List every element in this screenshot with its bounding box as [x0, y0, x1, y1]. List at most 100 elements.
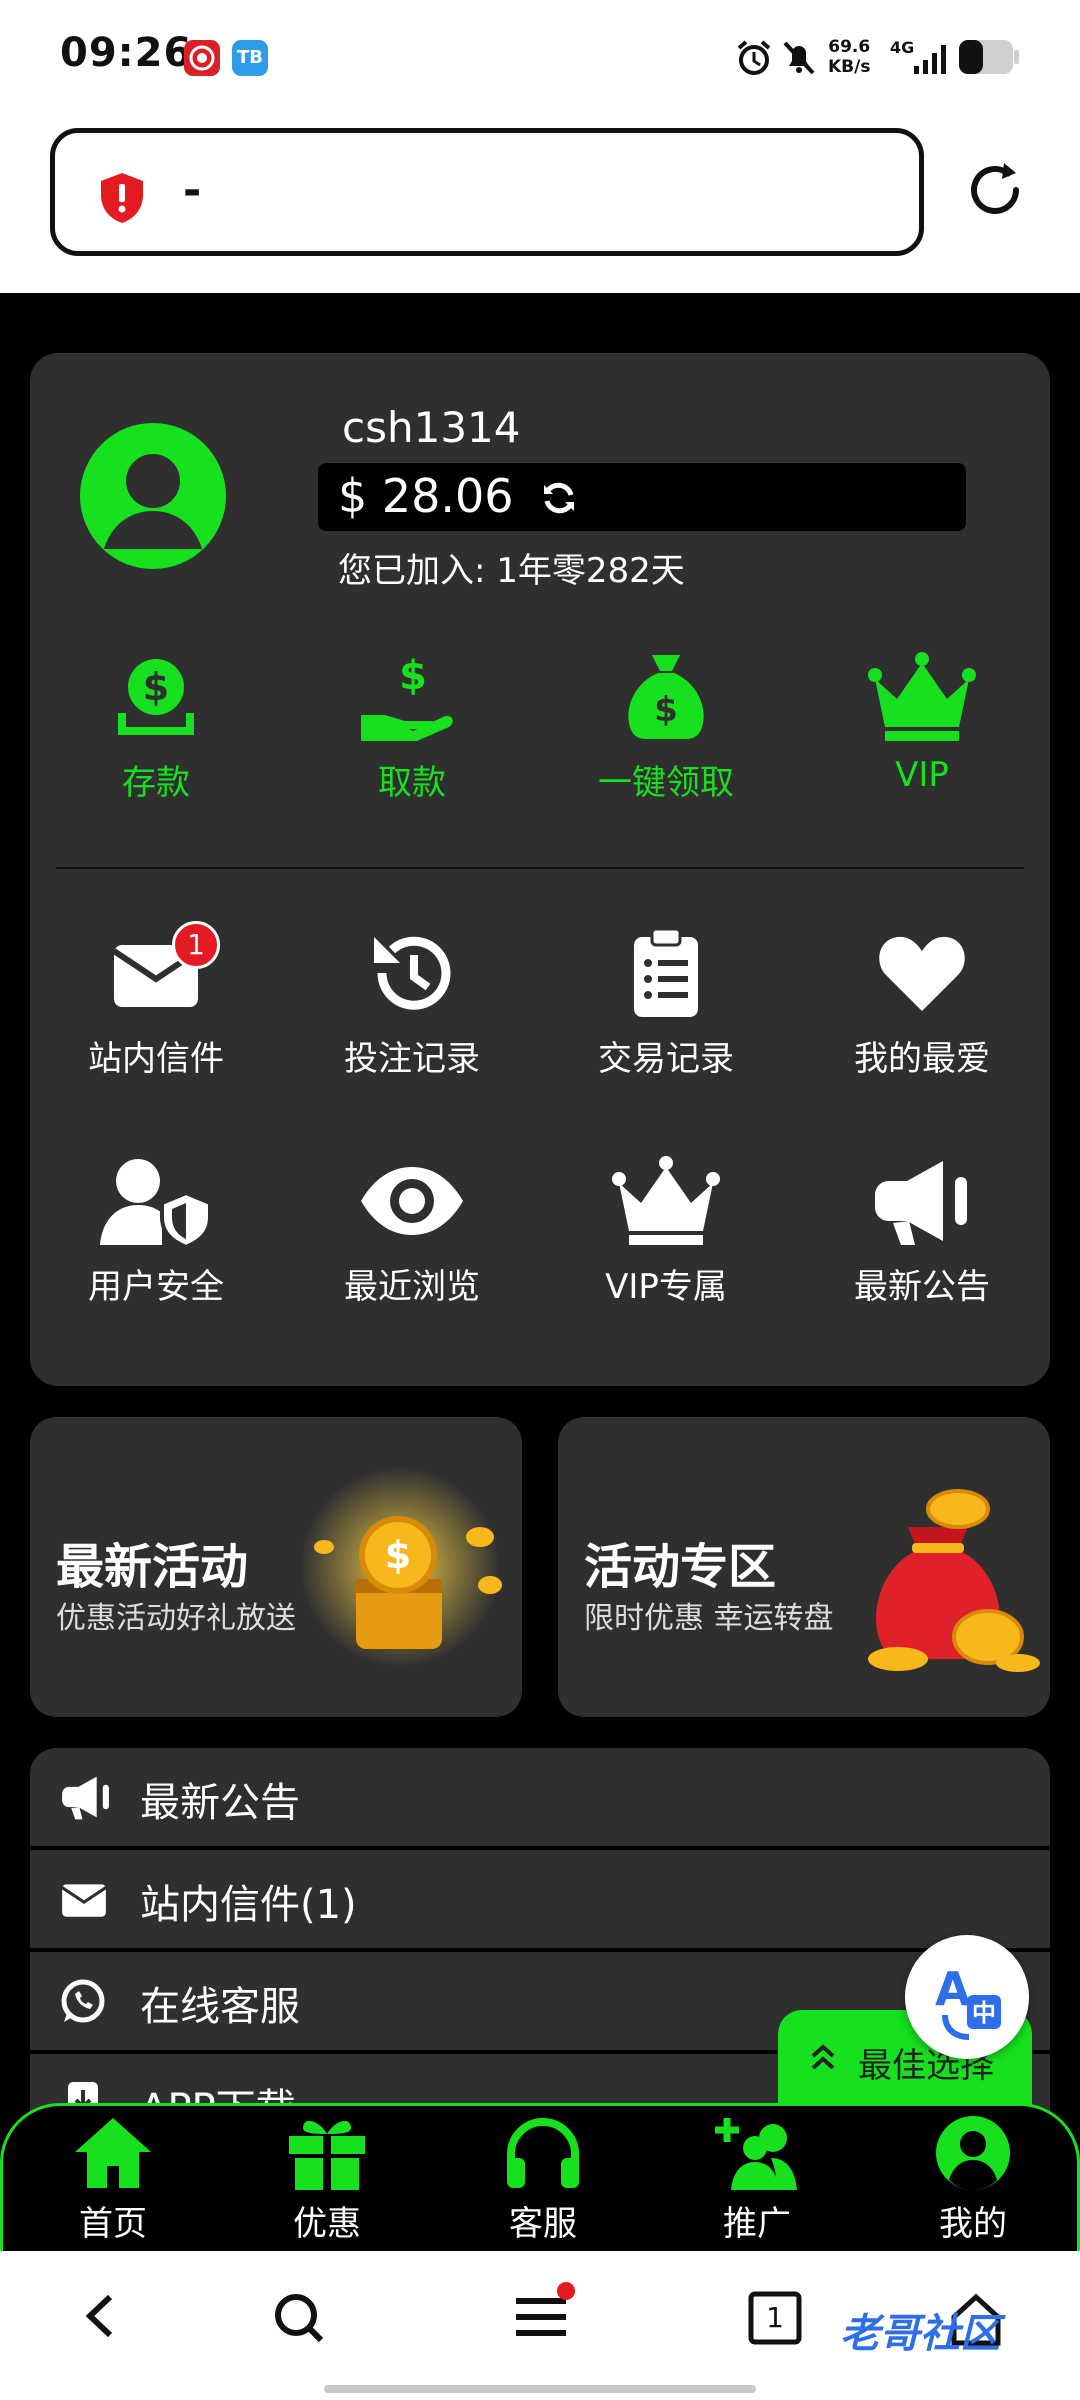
list-item-mail[interactable]: 站内信件(1) — [30, 1850, 1050, 1948]
svg-text:中: 中 — [972, 1999, 996, 2027]
deposit-label: 存款 — [122, 763, 190, 803]
grid-item-security[interactable]: 用户安全 — [56, 1153, 256, 1308]
tab-count: 1 — [766, 2301, 784, 2334]
list-label: 站内信件(1) — [140, 1882, 357, 1928]
svg-text:A: A — [935, 1962, 971, 2016]
vip-button[interactable]: VIP — [822, 649, 1022, 795]
svg-text:$: $ — [385, 1533, 411, 1577]
crown-icon — [868, 652, 976, 741]
signal-icon — [912, 40, 952, 80]
joined-duration: 您已加入: 1年零282天 — [338, 551, 685, 591]
mute-bell-icon — [780, 38, 818, 82]
nav-mine-label: 我的 — [939, 2204, 1007, 2244]
nav-home[interactable]: 首页 — [33, 2114, 193, 2245]
grid-label-bet-history: 投注记录 — [344, 1039, 480, 1079]
gift-icon — [289, 2120, 365, 2190]
nav-mine[interactable]: 我的 — [893, 2114, 1053, 2245]
username: csh1314 — [342, 403, 521, 452]
megaphone-icon — [875, 1161, 967, 1245]
nav-support[interactable]: 客服 — [463, 2114, 623, 2245]
tabs-button[interactable]: 1 — [748, 2291, 802, 2349]
treasure-chest-illustration: $ — [300, 1467, 502, 1667]
promo-latest-activity[interactable]: 最新活动 优惠活动好礼放送 $ — [30, 1417, 522, 1717]
promo-subtitle: 限时优惠 幸运转盘 — [584, 1601, 834, 1636]
status-bar: 09:26 TB 69.6 KB/s 4G — [0, 0, 1080, 115]
nav-promotions-label: 优惠 — [293, 2204, 361, 2244]
withdraw-label: 取款 — [378, 763, 446, 803]
grid-item-announcements[interactable]: 最新公告 — [822, 1153, 1022, 1308]
app-bottom-nav: 首页 优惠 客服 推广 我的 — [0, 2103, 1080, 2251]
tb-app-icon: TB — [232, 40, 268, 76]
user-circle-icon — [936, 2116, 1010, 2190]
nav-home-label: 首页 — [79, 2204, 147, 2244]
home-icon — [75, 2118, 151, 2188]
reload-icon[interactable] — [960, 155, 1030, 225]
browser-bottom-bar: 1 老哥社区 — [0, 2251, 1080, 2400]
promo-activity-zone[interactable]: 活动专区 限时优惠 幸运转盘 — [558, 1417, 1050, 1717]
grid-item-transactions[interactable]: 交易记录 — [566, 925, 766, 1080]
nav-promotions[interactable]: 优惠 — [247, 2114, 407, 2245]
security-warning-icon[interactable] — [97, 171, 147, 229]
grid-label-vip-exclusive: VIP专属 — [605, 1267, 727, 1307]
headset-icon — [507, 2118, 579, 2188]
vip-label: VIP — [895, 755, 949, 795]
deposit-icon: $ — [118, 659, 194, 735]
network-type: 4G — [890, 38, 915, 57]
battery-icon — [958, 38, 1020, 80]
grid-item-vip-exclusive[interactable]: VIP专属 — [566, 1153, 766, 1308]
grid-item-bet-history[interactable]: 投注记录 — [312, 925, 512, 1080]
browser-address-area: - — [0, 115, 1080, 293]
status-time: 09:26 — [60, 30, 193, 76]
balance-value: $ 28.06 — [338, 469, 514, 523]
grid-item-favorites[interactable]: 我的最爱 — [822, 925, 1022, 1080]
withdraw-icon: $ — [361, 653, 453, 741]
refresh-balance-icon[interactable] — [540, 479, 578, 521]
heart-icon — [879, 936, 965, 1011]
grid-label-announcements: 最新公告 — [854, 1267, 990, 1307]
list-label: 在线客服 — [140, 1984, 300, 2030]
balance-box: $ 28.06 — [318, 463, 966, 531]
withdraw-button[interactable]: $ 取款 — [312, 649, 512, 804]
deposit-button[interactable]: $ 存款 — [56, 649, 256, 804]
net-speed-unit: KB/s — [828, 57, 871, 77]
grid-label-security: 用户安全 — [88, 1267, 224, 1307]
avatar[interactable] — [80, 423, 226, 569]
alarm-icon — [734, 38, 774, 82]
watermark-logo: 老哥社区 — [840, 2311, 1000, 2357]
back-chevron-icon[interactable] — [80, 2291, 120, 2345]
add-user-icon — [715, 2118, 797, 2190]
url-text[interactable]: - — [183, 165, 201, 216]
app-notification-icon — [184, 40, 220, 76]
promo-title: 最新活动 — [56, 1539, 249, 1595]
money-bag-illustration — [868, 1489, 1040, 1672]
grid-label-recent: 最近浏览 — [344, 1267, 480, 1307]
net-speed: 69.6 KB/s — [828, 37, 870, 77]
mail-icon — [61, 1884, 107, 1917]
svg-text:$: $ — [143, 665, 169, 709]
money-bag-icon: $ — [628, 655, 704, 739]
megaphone-icon — [62, 1776, 109, 1820]
history-icon — [374, 936, 451, 1010]
eye-icon — [361, 1167, 463, 1235]
address-bar[interactable]: - — [50, 128, 924, 256]
net-speed-value: 69.6 — [828, 37, 871, 57]
home-indicator[interactable] — [324, 2385, 756, 2393]
grid-label-transactions: 交易记录 — [598, 1039, 734, 1079]
search-icon[interactable] — [272, 2291, 328, 2351]
claim-all-label: 一键领取 — [598, 763, 734, 803]
svg-text:$: $ — [654, 690, 678, 730]
menu-icon[interactable] — [512, 2281, 578, 2347]
translate-icon: A中 — [935, 1962, 1001, 2040]
list-item-announcements[interactable]: 最新公告 — [30, 1748, 1050, 1846]
nav-referral[interactable]: 推广 — [677, 2114, 837, 2245]
claim-all-button[interactable]: $ 一键领取 — [566, 649, 766, 804]
double-chevron-up-icon — [811, 2044, 835, 2070]
translate-button[interactable]: A中 — [905, 1935, 1029, 2059]
grid-item-mail[interactable]: 1 站内信件 — [56, 921, 256, 1080]
crown-icon — [612, 1156, 720, 1245]
promo-subtitle: 优惠活动好礼放送 — [56, 1601, 296, 1636]
grid-label-favorites: 我的最爱 — [854, 1039, 990, 1079]
list-label: 最新公告 — [140, 1780, 300, 1826]
svg-text:$: $ — [399, 653, 427, 699]
grid-item-recent[interactable]: 最近浏览 — [312, 1153, 512, 1308]
